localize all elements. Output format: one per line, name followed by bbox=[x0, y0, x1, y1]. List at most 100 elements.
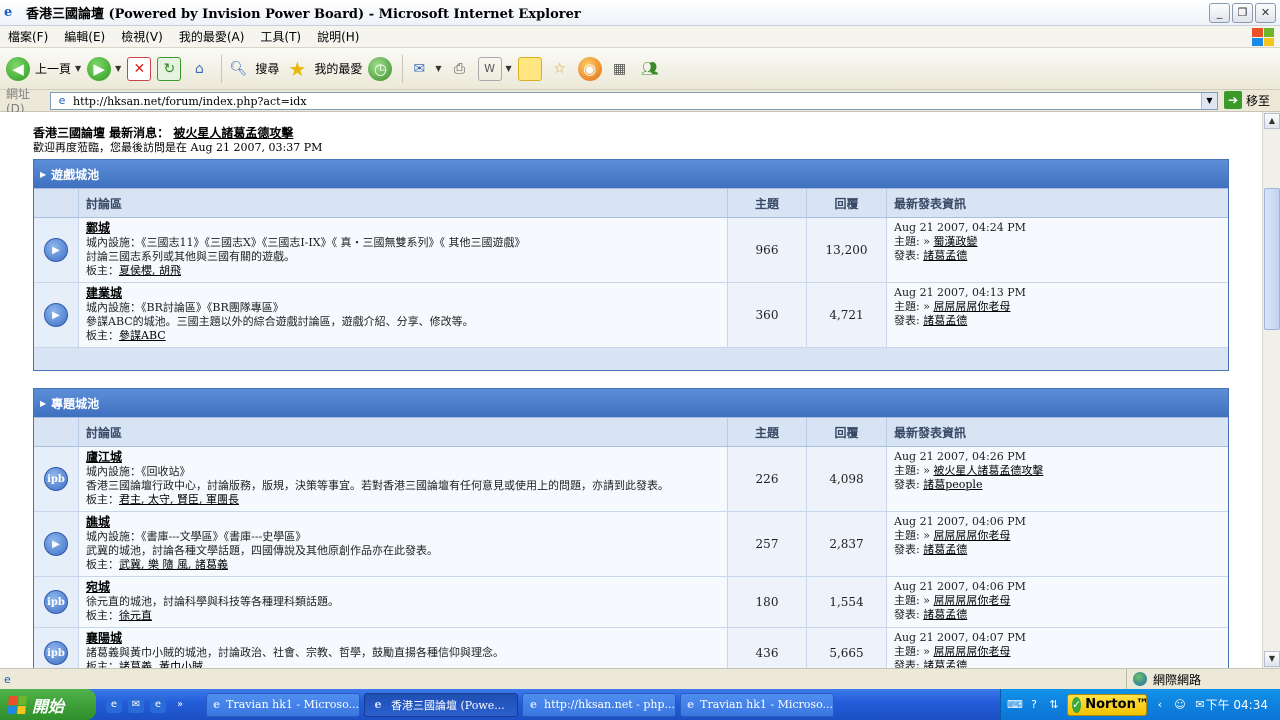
research-button[interactable]: ☆ bbox=[548, 57, 572, 81]
forum-status-icon: ▶ bbox=[44, 238, 68, 262]
menu-file[interactable]: 檔案(F) bbox=[0, 28, 56, 45]
address-dropdown-icon[interactable]: ▼ bbox=[1201, 93, 1217, 109]
forum-subforums[interactable]: 城內設施：《三國志11》《三國志X》《三國志I-IX》《 真・三國無雙系列》《 … bbox=[86, 236, 727, 250]
forum-name[interactable]: 鄴城 bbox=[86, 221, 110, 235]
last-poster-link[interactable]: 諸葛孟德 bbox=[923, 659, 967, 668]
favorites-button[interactable]: ★ 我的最愛 bbox=[285, 57, 362, 81]
category-title[interactable]: 專題城池 bbox=[51, 395, 99, 412]
window-title: 香港三國論壇 (Powered by Invision Power Board)… bbox=[26, 7, 581, 22]
address-url[interactable]: http://hksan.net/forum/index.php?act=idx bbox=[73, 95, 307, 108]
messenger-button[interactable]: ◉ bbox=[577, 56, 602, 81]
category-header[interactable]: ▶ 遊戲城池 bbox=[34, 160, 1228, 188]
forum-subforums[interactable]: 城內設施：《書庫---文學區》《書庫---史學區》 bbox=[86, 530, 727, 544]
menu-view[interactable]: 檢視(V) bbox=[113, 28, 171, 45]
category-title[interactable]: 遊戲城池 bbox=[51, 166, 99, 183]
forum-name[interactable]: 襄陽城 bbox=[86, 631, 122, 645]
last-topic-link[interactable]: 屌屌屌屌你老母 bbox=[933, 645, 1010, 658]
history-button[interactable]: ◷ bbox=[368, 56, 393, 81]
back-dropdown-icon[interactable]: ▼ bbox=[75, 64, 81, 73]
home-button[interactable]: ⌂ bbox=[187, 57, 211, 81]
ie-task-icon: e bbox=[213, 697, 221, 711]
moderators[interactable]: 武冀, 樂 隨 風, 諸葛義 bbox=[119, 558, 228, 571]
keyboard-icon[interactable]: ⌨ bbox=[1007, 698, 1023, 712]
moderators[interactable]: 夏侯櫻, 胡飛 bbox=[119, 264, 181, 277]
close-button[interactable]: ✕ bbox=[1255, 3, 1276, 23]
discuss-button[interactable] bbox=[517, 56, 542, 81]
last-post-time: Aug 21 2007, 04:06 PM bbox=[894, 580, 1026, 593]
last-poster-link[interactable]: 諸葛孟德 bbox=[923, 543, 967, 556]
task-button[interactable]: e http://hksan.net - php... bbox=[522, 692, 676, 717]
moderators[interactable]: 參謀ABC bbox=[119, 329, 166, 342]
scroll-down-icon[interactable]: ▼ bbox=[1264, 651, 1280, 667]
mail-dropdown-icon[interactable]: ▼ bbox=[435, 64, 441, 73]
category-header[interactable]: ▶ 專題城池 bbox=[34, 389, 1228, 417]
ie-quicklaunch-icon[interactable]: e bbox=[106, 696, 122, 713]
task-button-active[interactable]: e 香港三國論壇 (Powe... bbox=[364, 692, 518, 717]
task-button[interactable]: e Travian hk1 - Microso... bbox=[206, 692, 360, 717]
go-button[interactable]: ➔ 移至 bbox=[1224, 91, 1270, 109]
forum-subforums[interactable]: 城內設施：《BR討論區》《BR團隊專區》 bbox=[86, 301, 727, 315]
moderators[interactable]: 君主, 太守, 賢臣, 軍團長 bbox=[119, 493, 239, 506]
edit-dropdown-icon[interactable]: ▼ bbox=[506, 64, 512, 73]
last-topic-link[interactable]: 被火星人諸葛孟德攻擊 bbox=[933, 464, 1043, 477]
scroll-up-icon[interactable]: ▲ bbox=[1264, 113, 1280, 129]
back-button[interactable]: ◀ 上一頁 ▼ bbox=[6, 56, 81, 81]
last-poster-link[interactable]: 諸葛孟德 bbox=[923, 608, 967, 621]
clock[interactable]: 下午 04:34 bbox=[1206, 696, 1268, 713]
mail-button[interactable]: ✉ ▼ bbox=[407, 57, 441, 81]
last-topic-link[interactable]: 屌屌屌屌你老母 bbox=[933, 529, 1010, 542]
forum-name[interactable]: 廬江城 bbox=[86, 450, 122, 464]
forum-subforums[interactable]: 城內設施：《回收站》 bbox=[86, 465, 727, 479]
collapse-caret-icon[interactable]: ▶ bbox=[40, 169, 46, 179]
minimize-button[interactable]: _ bbox=[1209, 3, 1230, 23]
media-button[interactable]: ▦ bbox=[608, 57, 632, 81]
last-topic-link[interactable]: 屌屌屌屌你老母 bbox=[933, 300, 1010, 313]
tray-icon[interactable]: ⇅ bbox=[1047, 698, 1061, 712]
messenger-icon[interactable]: ☺ bbox=[1173, 698, 1187, 712]
chevron-left-icon[interactable]: ‹ bbox=[1153, 698, 1167, 712]
menu-tools[interactable]: 工具(T) bbox=[252, 28, 309, 45]
print-button[interactable]: ⎙ bbox=[448, 57, 472, 81]
collapse-caret-icon[interactable]: ▶ bbox=[40, 398, 46, 408]
last-topic-label: 主題: » bbox=[894, 645, 930, 658]
refresh-button[interactable]: ↻ bbox=[157, 56, 182, 81]
forum-description: 參謀ABC的城池。三國主題以外的綜合遊戲討論區，遊戲介紹、分享、修改等。 bbox=[86, 315, 474, 328]
last-post-info: Aug 21 2007, 04:26 PM 主題: » 被火星人諸葛孟德攻擊 發… bbox=[886, 447, 1228, 511]
last-post-time: Aug 21 2007, 04:26 PM bbox=[894, 450, 1026, 463]
edit-button[interactable]: W ▼ bbox=[477, 56, 512, 81]
outlook-quicklaunch-icon[interactable]: ✉ bbox=[128, 696, 144, 713]
last-topic-link[interactable]: 蜀漢政變 bbox=[933, 235, 977, 248]
moderators[interactable]: 諸葛義, 黃巾小賊 bbox=[119, 660, 203, 668]
last-poster-link[interactable]: 諸葛people bbox=[923, 478, 982, 491]
menu-favorites[interactable]: 我的最愛(A) bbox=[171, 28, 253, 45]
forward-button[interactable]: ▶ ▼ bbox=[87, 56, 121, 81]
forum-name[interactable]: 建業城 bbox=[86, 286, 122, 300]
last-topic-label: 主題: » bbox=[894, 594, 930, 607]
more-chevron-icon[interactable]: » bbox=[172, 697, 188, 713]
news-link[interactable]: 被火星人諸葛孟德攻擊 bbox=[173, 126, 293, 140]
restore-button[interactable]: ❐ bbox=[1232, 3, 1253, 23]
forum-name[interactable]: 宛城 bbox=[86, 580, 110, 594]
last-poster-link[interactable]: 諸葛孟德 bbox=[923, 249, 967, 262]
ie-app-icon[interactable]: e bbox=[4, 5, 20, 21]
menu-help[interactable]: 說明(H) bbox=[309, 28, 367, 45]
last-topic-link[interactable]: 屌屌屌屌你老母 bbox=[933, 594, 1010, 607]
start-button[interactable]: 開始 bbox=[0, 689, 96, 720]
forward-dropdown-icon[interactable]: ▼ bbox=[115, 64, 121, 73]
scroll-thumb[interactable] bbox=[1264, 188, 1280, 330]
ie2-quicklaunch-icon[interactable]: e bbox=[150, 696, 166, 713]
favorites-label: 我的最愛 bbox=[314, 62, 363, 76]
menu-edit[interactable]: 編輯(E) bbox=[56, 28, 113, 45]
forum-name[interactable]: 譙城 bbox=[86, 515, 110, 529]
vertical-scrollbar[interactable]: ▲ ▼ bbox=[1262, 112, 1280, 668]
stop-button[interactable]: ✕ bbox=[127, 56, 152, 81]
norton-button[interactable]: ✓ Norton™ bbox=[1067, 693, 1149, 716]
search-button[interactable]: 🔍︎ 搜尋 bbox=[226, 57, 279, 81]
moderators[interactable]: 徐元直 bbox=[119, 609, 152, 622]
last-poster-link[interactable]: 諸葛孟德 bbox=[923, 314, 967, 327]
header-forum: 討論區 bbox=[78, 189, 727, 217]
address-input[interactable]: e http://hksan.net/forum/index.php?act=i… bbox=[50, 92, 1218, 110]
task-button[interactable]: e Travian hk1 - Microso... bbox=[680, 692, 834, 717]
users-button[interactable]: 👥︎ bbox=[638, 57, 662, 81]
help-icon[interactable]: ? bbox=[1027, 698, 1041, 712]
